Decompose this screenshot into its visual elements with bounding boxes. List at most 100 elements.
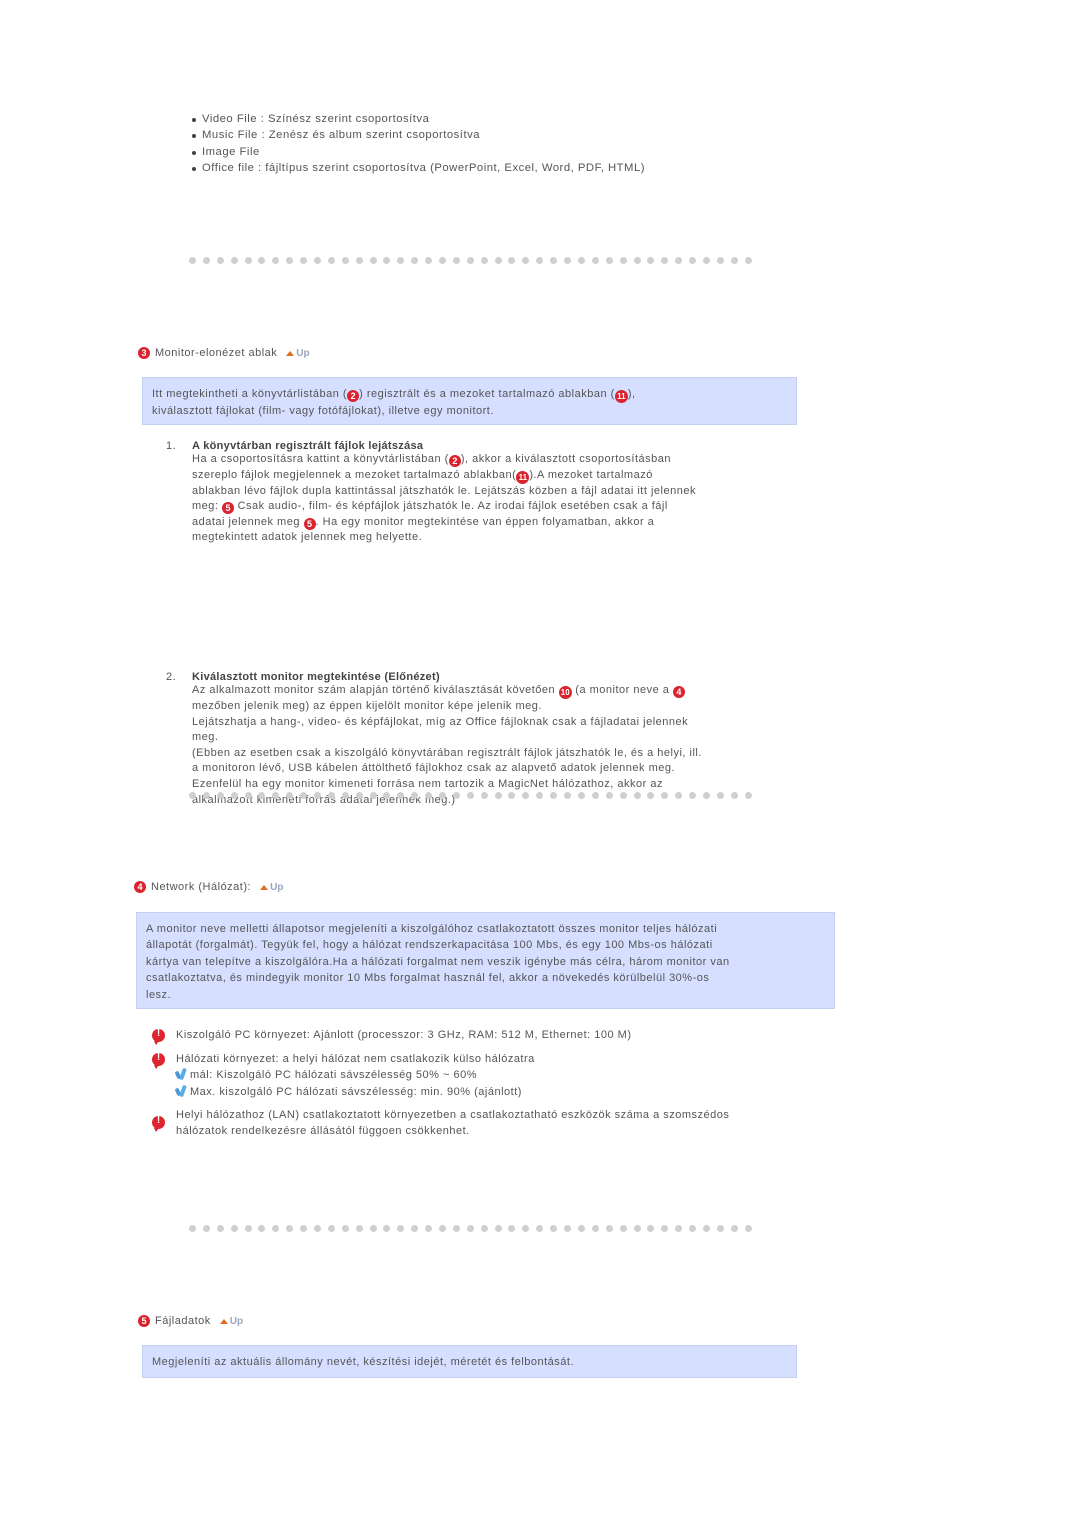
section-title-network: 4 Network (Hálózat): Up <box>134 881 283 893</box>
text: . Ha egy monitor megtekintése van éppen … <box>315 515 655 528</box>
separator-dot <box>466 1225 474 1232</box>
file-type-list: Video File : Színész szerint csoportosít… <box>190 111 645 176</box>
separator-dot <box>675 1225 683 1232</box>
separator-dot <box>494 1225 502 1232</box>
dotted-separator <box>189 792 759 799</box>
separator-dot <box>522 1225 530 1232</box>
separator-dot <box>425 257 433 264</box>
separator-dot <box>466 257 474 264</box>
separator-dot <box>591 792 599 799</box>
up-label: Up <box>270 881 284 893</box>
separator-dot <box>716 257 724 264</box>
up-link[interactable]: Up <box>219 1316 243 1327</box>
separator-dot <box>244 792 252 799</box>
separator-dot <box>689 1225 697 1232</box>
separator-dot <box>300 1225 308 1232</box>
note-text: hálózatok rendelkezésre állásától függoe… <box>176 1125 470 1138</box>
separator-dot <box>355 792 363 799</box>
separator-dot <box>550 792 558 799</box>
number-11-icon: 11 <box>516 470 530 484</box>
separator-dot <box>591 1225 599 1232</box>
number-2-icon: 2 <box>347 390 360 402</box>
separator-dot <box>661 257 669 264</box>
separator-dot <box>716 792 724 799</box>
separator-dot <box>480 1225 488 1232</box>
item-body: Ha a csoportosításra kattint a könyvtárl… <box>192 452 832 546</box>
dotted-separator <box>189 1225 759 1232</box>
body-line: szereplo fájlok megjelennek a mezoket ta… <box>192 468 832 484</box>
separator-dot <box>661 792 669 799</box>
separator-dot <box>355 257 363 264</box>
separator-dot <box>564 792 572 799</box>
separator-dot <box>619 257 627 264</box>
separator-dot <box>522 257 530 264</box>
separator-dot <box>730 792 738 799</box>
numbered-item-2: 2. Kiválasztott monitor megtekintése (El… <box>166 671 832 808</box>
section-title-text: Network (Hálózat): <box>151 881 252 893</box>
note-lan: Helyi hálózathoz (LAN) csatlakoztatott k… <box>152 1107 729 1140</box>
separator-dot <box>202 792 210 799</box>
separator-dot <box>744 792 752 799</box>
separator-dot <box>314 1225 322 1232</box>
text: ), <box>627 388 636 400</box>
text: Csak audio-, film- és képfájlok játszhat… <box>234 500 668 513</box>
separator-dot <box>716 1225 724 1232</box>
separator-dot <box>647 1225 655 1232</box>
separator-dot <box>314 792 322 799</box>
separator-dot <box>300 792 308 799</box>
body-line: (Ebben az esetben csak a kiszolgáló köny… <box>192 746 702 759</box>
separator-dot <box>272 1225 280 1232</box>
separator-dot <box>202 1225 210 1232</box>
separator-dot <box>411 792 419 799</box>
up-link[interactable]: Up <box>260 882 283 893</box>
separator-dot <box>439 257 447 264</box>
separator-dot <box>675 792 683 799</box>
separator-dot <box>675 257 683 264</box>
info-box-line: A monitor neve melletti állapotsor megje… <box>146 923 718 935</box>
item-heading: A könyvtárban regisztrált fájlok lejátsz… <box>192 440 424 452</box>
separator-dot <box>258 257 266 264</box>
separator-dot <box>244 257 252 264</box>
separator-dot <box>439 792 447 799</box>
separator-dot <box>480 257 488 264</box>
info-box-line: csatlakoztatva, és mindegyik monitor 10 … <box>146 972 710 985</box>
info-box-line: állapotát (forgalmát). Tegyük fel, hogy … <box>146 939 713 952</box>
separator-dot <box>689 792 697 799</box>
section-title-text: Fájladatok <box>155 1315 211 1327</box>
separator-dot <box>202 257 210 264</box>
number-2-icon: 2 <box>448 455 461 467</box>
separator-dot <box>425 792 433 799</box>
text: (a monitor neve a <box>571 683 673 696</box>
separator-dot <box>577 1225 585 1232</box>
separator-dot <box>452 792 460 799</box>
text: adatai jelennek meg <box>192 515 304 528</box>
separator-dot <box>536 257 544 264</box>
up-link[interactable]: Up <box>286 348 310 359</box>
separator-dot <box>647 792 655 799</box>
separator-dot <box>689 257 697 264</box>
up-arrow-icon <box>286 350 295 356</box>
separator-dot <box>189 1225 196 1232</box>
separator-dot <box>258 1225 266 1232</box>
body-line: Az alkalmazott monitor szám alapján tört… <box>192 683 832 699</box>
number-4-icon: 4 <box>672 685 685 698</box>
separator-dot <box>702 1225 710 1232</box>
separator-dot <box>397 1225 405 1232</box>
info-box-line: Itt megtekintheti a könyvtárlistában (2)… <box>152 386 787 403</box>
separator-dot <box>730 257 738 264</box>
up-arrow-icon <box>219 1318 228 1324</box>
separator-dot <box>369 257 377 264</box>
separator-dot <box>508 1225 516 1232</box>
separator-dot <box>300 257 308 264</box>
sub-note: Max. kiszolgáló PC hálózati sávszélesség… <box>174 1084 535 1100</box>
separator-dot <box>230 257 238 264</box>
text: Ha a csoportosításra kattint a könyvtárl… <box>192 453 449 465</box>
info-box-network: A monitor neve melletti állapotsor megje… <box>136 912 835 1009</box>
separator-dot <box>258 792 266 799</box>
item-body: Az alkalmazott monitor szám alapján tört… <box>192 683 832 808</box>
separator-dot <box>494 257 502 264</box>
number-5-icon: 5 <box>303 517 316 530</box>
number-3-icon: 3 <box>138 347 150 359</box>
separator-dot <box>619 1225 627 1232</box>
separator-dot <box>536 1225 544 1232</box>
